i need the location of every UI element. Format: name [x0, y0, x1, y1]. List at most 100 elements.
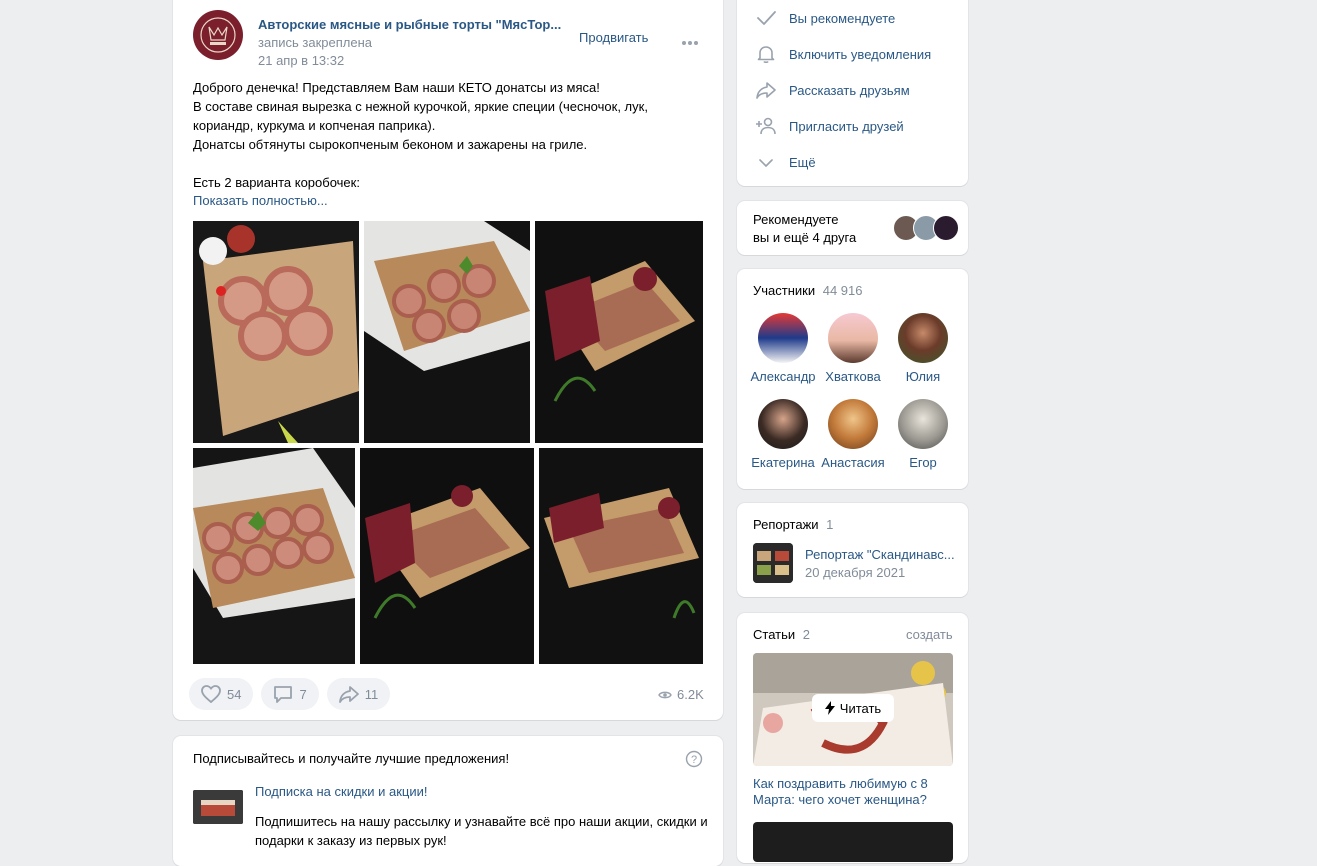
share-button[interactable]: 11	[326, 678, 391, 710]
subscription-title-link[interactable]: Подписка на скидки и акции!	[255, 784, 427, 799]
post-photo[interactable]	[193, 221, 359, 443]
promote-button[interactable]: Продвигать	[579, 30, 648, 45]
subscribe-card: Подписывайтесь и получайте лучшие предло…	[173, 736, 723, 866]
menu-item-tell-friends[interactable]: Рассказать друзьям	[755, 80, 910, 100]
post-photo[interactable]	[364, 221, 530, 443]
avatar	[898, 313, 948, 363]
menu-item-label: Ещё	[789, 154, 816, 170]
post-photo[interactable]	[535, 221, 703, 443]
bell-icon	[757, 46, 775, 64]
members-header[interactable]: Участники 44 916	[753, 283, 863, 298]
member-item[interactable]: Хваткова	[815, 313, 891, 384]
post-text: Доброго денечка! Представляем Вам наши К…	[193, 78, 693, 192]
post-photo[interactable]	[193, 448, 355, 664]
menu-item-label: Включить уведомления	[789, 46, 932, 62]
menu-item-recommend[interactable]: Вы рекомендуете	[755, 8, 895, 28]
heart-icon	[201, 685, 221, 703]
share-icon	[756, 82, 776, 99]
member-item[interactable]: Александр	[745, 313, 821, 384]
more-options-icon[interactable]	[681, 34, 699, 49]
member-name: Юлия	[905, 369, 941, 384]
member-name: Егор	[909, 455, 937, 470]
share-icon	[338, 686, 359, 703]
read-button-label: Читать	[839, 700, 882, 716]
report-thumbnail[interactable]	[753, 543, 793, 583]
menu-item-invite-friends[interactable]: Пригласить друзей	[755, 116, 904, 136]
recommend-card[interactable]: Рекомендуете вы и ещё 4 друга	[737, 201, 968, 255]
article-cover[interactable]	[753, 822, 953, 862]
post-text-line: кориандр, куркума и копченая паприка).	[193, 118, 436, 133]
member-item[interactable]: Юлия	[885, 313, 961, 384]
member-item[interactable]: Екатерина	[745, 399, 821, 470]
subscribe-title: Подписывайтесь и получайте лучшие предло…	[193, 751, 510, 766]
report-date: 20 декабря 2021	[805, 565, 906, 580]
post-photo[interactable]	[539, 448, 703, 664]
reports-header[interactable]: Репортажи 1	[753, 517, 833, 532]
check-icon	[757, 11, 776, 25]
create-article-link[interactable]: создать	[906, 627, 953, 642]
subscription-thumbnail[interactable]	[193, 790, 243, 824]
avatar	[828, 399, 878, 449]
friend-avatars	[893, 215, 961, 241]
menu-item-label: Рассказать друзьям	[789, 82, 910, 98]
post-text-line: В составе свиная вырезка с нежной курочк…	[193, 99, 648, 114]
members-card: Участники 44 916 Александр Хваткова Юлия…	[737, 269, 968, 489]
community-actions-menu: Вы рекомендуете Включить уведомления Рас…	[737, 0, 968, 186]
read-button[interactable]: Читать	[812, 694, 894, 722]
avatar	[898, 399, 948, 449]
articles-card: Статьи 2 создать Читать Как поздравить л…	[737, 613, 968, 863]
add-user-icon	[756, 117, 776, 135]
member-item[interactable]: Егор	[885, 399, 961, 470]
article-title-line: Марта: чего хочет женщина?	[753, 792, 927, 807]
show-more-link[interactable]: Показать полностью...	[193, 193, 328, 208]
menu-item-more[interactable]: Ещё	[755, 152, 816, 172]
avatar	[758, 313, 808, 363]
reports-card: Репортажи 1 Репортаж "Скандинавс... 20 д…	[737, 503, 968, 597]
avatar	[933, 215, 959, 241]
member-name: Хваткова	[825, 369, 881, 384]
views-count: 6.2K	[677, 687, 704, 702]
help-icon[interactable]: ?	[685, 750, 703, 771]
like-count: 54	[227, 686, 242, 702]
report-title-link[interactable]: Репортаж "Скандинавс...	[805, 547, 955, 562]
community-avatar[interactable]	[193, 10, 243, 60]
share-count: 11	[364, 686, 379, 702]
menu-item-label: Пригласить друзей	[789, 118, 904, 134]
members-title: Участники	[753, 283, 816, 298]
chevron-down-icon	[759, 159, 773, 167]
lightning-icon	[824, 701, 835, 715]
post-card: Авторские мясные и рыбные торты "МясТор.…	[173, 0, 723, 720]
subscription-description: Подпишитесь на нашу рассылку и узнавайте…	[255, 812, 708, 850]
subscription-description-line: Подпишитесь на нашу рассылку и узнавайте…	[255, 814, 708, 829]
post-actions: 54 7 11	[189, 678, 391, 710]
comment-icon	[274, 686, 293, 703]
member-item[interactable]: Анастасия	[815, 399, 891, 470]
post-photo[interactable]	[360, 448, 534, 664]
subscription-description-line: подарки к заказу из первых рук!	[255, 833, 447, 848]
articles-header[interactable]: Статьи 2	[753, 627, 810, 642]
member-name: Александр	[750, 369, 816, 384]
post-text-line: Донатсы обтянуты сырокопченым беконом и …	[193, 137, 588, 152]
article-title-link[interactable]: Как поздравить любимую с 8 Марта: чего х…	[753, 776, 928, 808]
menu-item-notifications[interactable]: Включить уведомления	[755, 44, 931, 64]
avatar	[828, 313, 878, 363]
recommend-line: вы и ещё 4 друга	[753, 230, 857, 245]
community-logo-icon	[200, 17, 236, 53]
articles-count: 2	[802, 627, 810, 642]
post-author-link[interactable]: Авторские мясные и рыбные торты "МясТор.…	[258, 17, 561, 32]
articles-title: Статьи	[753, 627, 796, 642]
post-date[interactable]: 21 апр в 13:32	[258, 53, 344, 68]
like-button[interactable]: 54	[189, 678, 254, 710]
post-text-line: Есть 2 варианта коробочек:	[193, 175, 360, 190]
avatar	[758, 399, 808, 449]
svg-text:?: ?	[691, 754, 697, 766]
members-count: 44 916	[822, 283, 863, 298]
comment-button[interactable]: 7	[261, 678, 319, 710]
pinned-label: запись закреплена	[258, 35, 372, 50]
post-text-line: Доброго денечка! Представляем Вам наши К…	[193, 80, 600, 95]
reports-title: Репортажи	[753, 517, 819, 532]
article-cover[interactable]: Читать	[753, 653, 953, 766]
recommend-line: Рекомендуете	[753, 212, 839, 227]
member-name: Екатерина	[751, 455, 815, 470]
reports-count: 1	[826, 517, 834, 532]
